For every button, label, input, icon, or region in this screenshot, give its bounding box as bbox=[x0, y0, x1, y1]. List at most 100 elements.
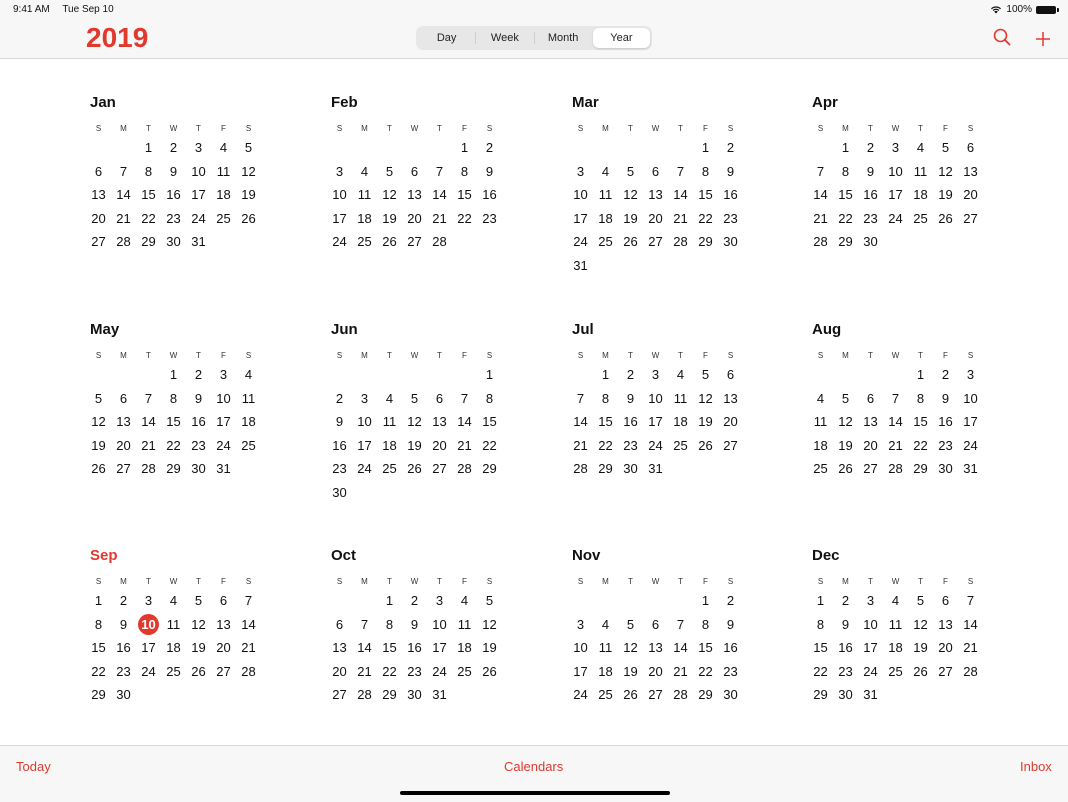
month-jan[interactable]: Jan S M T W T F S 1 2 3 4 5 6 7 8 9 10 11 12 13 14 15 16 17 18 19 2… bbox=[90, 94, 270, 254]
day-cell[interactable]: 6 bbox=[718, 363, 743, 387]
month-nov[interactable]: Nov S M T W T F S 1 2 3 4 5 6 7 8 9 10 11 12 13 14 15 16 17 18 19 2… bbox=[572, 547, 752, 707]
day-cell[interactable]: 25 bbox=[593, 683, 618, 707]
day-cell[interactable]: 4 bbox=[808, 387, 833, 411]
day-cell[interactable]: 5 bbox=[618, 160, 643, 184]
day-cell[interactable]: 7 bbox=[568, 387, 593, 411]
day-cell[interactable]: 31 bbox=[958, 457, 983, 481]
today-day-cell[interactable]: 10 bbox=[136, 613, 161, 637]
day-cell[interactable]: 19 bbox=[186, 636, 211, 660]
day-cell[interactable]: 2 bbox=[718, 136, 743, 160]
day-cell[interactable]: 23 bbox=[161, 207, 186, 231]
day-cell[interactable]: 15 bbox=[808, 636, 833, 660]
day-cell[interactable]: 11 bbox=[668, 387, 693, 411]
day-cell[interactable]: 28 bbox=[452, 457, 477, 481]
day-cell[interactable]: 12 bbox=[377, 183, 402, 207]
day-cell[interactable]: 6 bbox=[858, 387, 883, 411]
day-cell[interactable]: 1 bbox=[377, 589, 402, 613]
day-cell[interactable]: 27 bbox=[858, 457, 883, 481]
day-cell[interactable]: 5 bbox=[477, 589, 502, 613]
day-cell[interactable]: 22 bbox=[833, 207, 858, 231]
day-cell[interactable]: 12 bbox=[933, 160, 958, 184]
day-cell[interactable]: 9 bbox=[718, 613, 743, 637]
day-cell[interactable]: 21 bbox=[568, 434, 593, 458]
day-cell[interactable]: 1 bbox=[833, 136, 858, 160]
day-cell[interactable]: 16 bbox=[111, 636, 136, 660]
day-cell[interactable]: 30 bbox=[327, 481, 352, 505]
tab-year[interactable]: Year bbox=[592, 28, 650, 48]
day-cell[interactable]: 4 bbox=[377, 387, 402, 411]
day-cell[interactable]: 19 bbox=[477, 636, 502, 660]
day-cell[interactable]: 21 bbox=[883, 434, 908, 458]
day-cell[interactable]: 22 bbox=[693, 660, 718, 684]
month-jul[interactable]: Jul S M T W T F S 1 2 3 4 5 6 7 8 9 10 11 12 13 14 15 16 17 18 19 2… bbox=[572, 321, 752, 481]
day-cell[interactable]: 28 bbox=[958, 660, 983, 684]
day-cell[interactable]: 12 bbox=[618, 636, 643, 660]
day-cell[interactable]: 27 bbox=[933, 660, 958, 684]
day-cell[interactable]: 3 bbox=[327, 160, 352, 184]
day-cell[interactable]: 30 bbox=[718, 230, 743, 254]
day-cell[interactable]: 18 bbox=[593, 207, 618, 231]
day-cell[interactable]: 9 bbox=[327, 410, 352, 434]
day-cell[interactable]: 6 bbox=[211, 589, 236, 613]
day-cell[interactable]: 18 bbox=[593, 660, 618, 684]
day-cell[interactable]: 7 bbox=[668, 613, 693, 637]
day-cell[interactable]: 5 bbox=[186, 589, 211, 613]
day-cell[interactable]: 3 bbox=[427, 589, 452, 613]
add-event-icon[interactable] bbox=[1035, 31, 1051, 47]
day-cell[interactable]: 14 bbox=[668, 636, 693, 660]
day-cell[interactable]: 15 bbox=[377, 636, 402, 660]
day-cell[interactable]: 6 bbox=[427, 387, 452, 411]
tab-week[interactable]: Week bbox=[476, 28, 533, 48]
day-cell[interactable]: 7 bbox=[236, 589, 261, 613]
day-cell[interactable]: 30 bbox=[718, 683, 743, 707]
day-cell[interactable]: 20 bbox=[211, 636, 236, 660]
day-cell[interactable]: 27 bbox=[86, 230, 111, 254]
day-cell[interactable]: 18 bbox=[452, 636, 477, 660]
day-cell[interactable]: 28 bbox=[808, 230, 833, 254]
day-cell[interactable]: 11 bbox=[593, 183, 618, 207]
day-cell[interactable]: 15 bbox=[136, 183, 161, 207]
day-cell[interactable]: 2 bbox=[618, 363, 643, 387]
day-cell[interactable]: 2 bbox=[933, 363, 958, 387]
day-cell[interactable]: 25 bbox=[352, 230, 377, 254]
today-button[interactable]: Today bbox=[16, 759, 51, 774]
day-cell[interactable]: 5 bbox=[693, 363, 718, 387]
day-cell[interactable]: 16 bbox=[858, 183, 883, 207]
day-cell[interactable]: 20 bbox=[933, 636, 958, 660]
day-cell[interactable]: 9 bbox=[161, 160, 186, 184]
day-cell[interactable]: 10 bbox=[186, 160, 211, 184]
day-cell[interactable]: 19 bbox=[933, 183, 958, 207]
day-cell[interactable]: 5 bbox=[377, 160, 402, 184]
day-cell[interactable]: 14 bbox=[427, 183, 452, 207]
tab-day[interactable]: Day bbox=[418, 28, 475, 48]
day-cell[interactable]: 9 bbox=[933, 387, 958, 411]
day-cell[interactable]: 24 bbox=[568, 683, 593, 707]
day-cell[interactable]: 3 bbox=[211, 363, 236, 387]
day-cell[interactable]: 6 bbox=[958, 136, 983, 160]
day-cell[interactable]: 20 bbox=[643, 660, 668, 684]
day-cell[interactable]: 12 bbox=[618, 183, 643, 207]
day-cell[interactable]: 2 bbox=[477, 136, 502, 160]
day-cell[interactable]: 21 bbox=[136, 434, 161, 458]
day-cell[interactable]: 11 bbox=[883, 613, 908, 637]
day-cell[interactable]: 17 bbox=[883, 183, 908, 207]
day-cell[interactable]: 10 bbox=[352, 410, 377, 434]
day-cell[interactable]: 30 bbox=[402, 683, 427, 707]
day-cell[interactable]: 3 bbox=[568, 613, 593, 637]
day-cell[interactable]: 7 bbox=[883, 387, 908, 411]
month-name[interactable]: Oct bbox=[331, 547, 511, 569]
day-cell[interactable]: 2 bbox=[858, 136, 883, 160]
day-cell[interactable]: 5 bbox=[402, 387, 427, 411]
day-cell[interactable]: 9 bbox=[718, 160, 743, 184]
day-cell[interactable]: 14 bbox=[452, 410, 477, 434]
day-cell[interactable]: 19 bbox=[618, 660, 643, 684]
day-cell[interactable]: 14 bbox=[136, 410, 161, 434]
day-cell[interactable]: 29 bbox=[693, 230, 718, 254]
day-cell[interactable]: 19 bbox=[377, 207, 402, 231]
day-cell[interactable]: 1 bbox=[693, 589, 718, 613]
month-name[interactable]: Nov bbox=[572, 547, 752, 569]
day-cell[interactable]: 23 bbox=[327, 457, 352, 481]
day-cell[interactable]: 3 bbox=[352, 387, 377, 411]
day-cell[interactable]: 17 bbox=[858, 636, 883, 660]
day-cell[interactable]: 1 bbox=[693, 136, 718, 160]
